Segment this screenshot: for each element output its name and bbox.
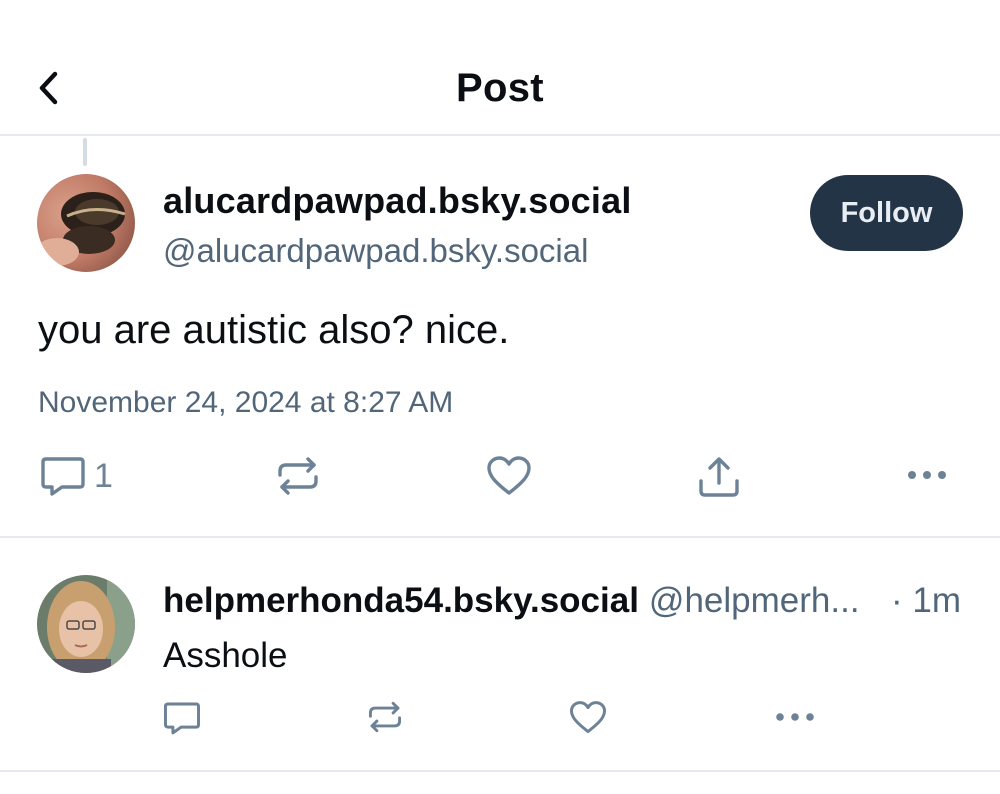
- more-options-button[interactable]: [906, 468, 948, 482]
- reply-time: · 1m: [891, 581, 961, 620]
- author-display-name[interactable]: alucardpawpad.bsky.social: [163, 180, 632, 222]
- like-icon: [487, 456, 531, 495]
- reply-icon: [41, 457, 85, 496]
- repost-icon: [368, 701, 402, 733]
- reply-button[interactable]: 1: [40, 455, 113, 497]
- repost-icon: [278, 457, 318, 495]
- reply-count: 1: [94, 456, 113, 495]
- reply-like-button[interactable]: [569, 700, 607, 735]
- reply-reply-button[interactable]: [163, 700, 201, 736]
- divider: [0, 770, 1000, 772]
- reply-header: helpmerhonda54.bsky.social @helpmerh... …: [163, 581, 963, 621]
- reply-author-avatar[interactable]: [37, 575, 135, 673]
- post-thread-screen: Post alucardpawpad.bsky.social @alucardp…: [0, 0, 1000, 794]
- repost-button[interactable]: [276, 455, 320, 497]
- more-icon: [776, 713, 814, 721]
- author-handle[interactable]: @alucardpawpad.bsky.social: [163, 232, 588, 270]
- snail-avatar-image: [37, 174, 135, 272]
- like-icon: [569, 701, 607, 734]
- more-icon: [908, 471, 946, 479]
- post-timestamp: November 24, 2024 at 8:27 AM: [38, 386, 454, 419]
- reply-icon: [163, 702, 201, 735]
- reply-repost-button[interactable]: [367, 700, 403, 734]
- top-bar: Post: [0, 0, 1000, 136]
- person-avatar-image: [37, 575, 135, 673]
- reply-more-options-button[interactable]: [775, 711, 815, 723]
- share-button[interactable]: [697, 455, 741, 499]
- thread-connector-line: [83, 138, 87, 166]
- page-title: Post: [456, 66, 544, 110]
- post-text: you are autistic also? nice.: [38, 308, 510, 352]
- like-button[interactable]: [486, 455, 532, 497]
- reply-author-handle[interactable]: @helpmerh...: [649, 581, 860, 621]
- follow-button[interactable]: Follow: [810, 175, 963, 251]
- reply-text: Asshole: [163, 636, 288, 675]
- share-icon: [699, 457, 739, 497]
- divider: [0, 536, 1000, 538]
- author-avatar[interactable]: [37, 174, 135, 272]
- reply-author-display-name[interactable]: helpmerhonda54.bsky.social: [163, 581, 639, 621]
